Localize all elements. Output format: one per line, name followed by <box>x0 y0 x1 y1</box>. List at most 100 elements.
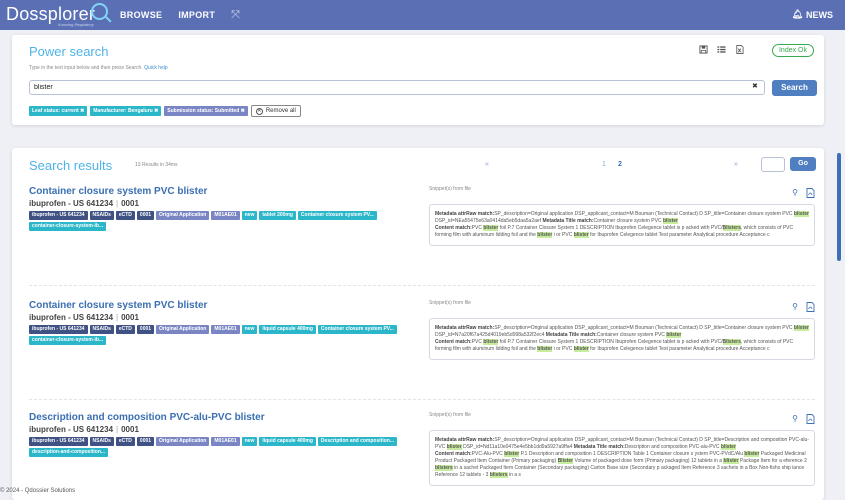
excel-icon[interactable] <box>735 45 744 54</box>
list-icon[interactable] <box>717 45 726 54</box>
quick-help-link[interactable]: Quick help <box>144 65 168 71</box>
snippet-text: Content match:PVC-Alu-PVC blister P.1 De… <box>435 451 807 478</box>
result-sequence: 0001 <box>121 199 139 208</box>
result-tag[interactable]: eCTD <box>115 325 135 334</box>
result-tag[interactable]: eCTD <box>115 437 135 446</box>
location-pin-icon[interactable]: ⚲ <box>792 188 798 198</box>
search-button[interactable]: Search <box>772 80 817 96</box>
remove-all-label: Remove all <box>265 108 296 114</box>
pager-prev[interactable]: « <box>485 161 489 168</box>
footer-copyright: © 2024 - Qdossier Solutions <box>0 488 76 494</box>
result-product: ibuprofen - US 641234 <box>29 425 114 434</box>
filter-chip-manufacturer[interactable]: Manufacturer: Bengaluru ✖ <box>90 106 162 116</box>
result-tag[interactable]: 0001 <box>136 325 155 334</box>
power-search-help: Type in the text input below and then pr… <box>29 65 168 71</box>
filter-chip-submission-status[interactable]: Submission status: Submitted ✖ <box>164 106 248 116</box>
snippet-box: Metadata attrRaw match:SP_description=Or… <box>429 430 815 486</box>
snippet-text: Metadata attrRaw match:SP_description=Or… <box>435 437 809 450</box>
result-tag[interactable]: M01AE01 <box>211 325 240 334</box>
nav-import[interactable]: IMPORT <box>178 10 215 20</box>
result-product: ibuprofen - US 641234 <box>29 313 114 322</box>
result-tag[interactable]: tablet 200mg <box>259 211 296 220</box>
result-tag[interactable]: ibuprofen - US 641234 <box>29 325 88 334</box>
result-tag[interactable]: ibuprofen - US 641234 <box>29 437 88 446</box>
results-count: 13 Results in 34ms <box>135 162 178 168</box>
result-item: Container closure system PVC blister ibu… <box>29 300 815 360</box>
nav-browse[interactable]: BROWSE <box>120 10 162 20</box>
result-tag[interactable]: new <box>241 211 258 220</box>
result-sequence: 0001 <box>121 425 139 434</box>
result-tag[interactable]: Container closure system PV... <box>317 325 397 334</box>
filter-chip-leaf-status[interactable]: Leaf status: current ✖ <box>29 106 88 116</box>
result-tags: ibuprofen - US 641234 NSAIDs eCTD 0001 O… <box>29 325 419 345</box>
result-tag[interactable]: eCTD <box>115 211 135 220</box>
snippet-text: Content match:PVC blister foil P.7 Conta… <box>435 339 794 352</box>
news-link[interactable]: 🔔︎ NEWS <box>792 9 833 20</box>
save-icon[interactable] <box>699 45 708 54</box>
location-pin-icon[interactable]: ⚲ <box>792 414 798 424</box>
result-tag[interactable]: NSAIDs <box>89 325 114 334</box>
result-tag[interactable]: Container closure system PV... <box>297 211 377 220</box>
result-title[interactable]: Container closure system PVC blister <box>29 186 815 197</box>
snippet-text: Metadata attrRaw match:SP_description=Or… <box>435 211 809 224</box>
main-nav: BROWSE IMPORT ⤧ <box>120 9 240 22</box>
result-title[interactable]: Container closure system PVC blister <box>29 300 815 311</box>
logo-magnifier-handle <box>104 15 112 23</box>
remove-all-button[interactable]: ✕ Remove all <box>250 105 301 117</box>
index-status-badge[interactable]: Index Ok <box>771 44 814 57</box>
location-pin-icon[interactable]: ⚲ <box>792 302 798 312</box>
result-tag[interactable]: description-and-composition... <box>29 448 109 457</box>
expand-icon[interactable]: ⤧ <box>231 9 240 22</box>
result-tag[interactable]: ibuprofen - US 641234 <box>29 211 88 220</box>
bell-icon: 🔔︎ <box>791 9 803 19</box>
snippet-box: Metadata attrRaw match:SP_description=Or… <box>429 204 815 246</box>
active-filters: Leaf status: current ✖ Manufacturer: Ben… <box>29 105 301 117</box>
result-tag[interactable]: new <box>241 437 258 446</box>
result-tags: ibuprofen - US 641234 NSAIDs eCTD 0001 O… <box>29 211 419 231</box>
result-tag[interactable]: Original Application <box>156 437 210 446</box>
snippet-text: Metadata attrRaw match:SP_description=Or… <box>435 325 809 338</box>
power-search-toolbar <box>699 45 744 54</box>
result-tags: ibuprofen - US 641234 NSAIDs eCTD 0001 O… <box>29 437 419 457</box>
clear-search-icon[interactable]: ✖ <box>752 82 758 90</box>
result-actions: ⚲ <box>792 414 815 424</box>
result-tag[interactable]: Original Application <box>156 325 210 334</box>
result-tag[interactable]: liquid capsule 400mg <box>259 437 316 446</box>
result-tag[interactable]: NSAIDs <box>89 437 114 446</box>
pager-page-2[interactable]: 2 <box>618 161 622 168</box>
result-tag[interactable]: Original Application <box>156 211 210 220</box>
news-label: NEWS <box>806 9 833 20</box>
result-divider <box>29 399 815 400</box>
pager-page-1[interactable]: 1 <box>602 161 606 168</box>
pdf-icon[interactable] <box>806 414 815 424</box>
search-results-title: Search results <box>29 158 113 173</box>
result-actions: ⚲ <box>792 302 815 312</box>
result-tag[interactable]: Description and composition... <box>317 437 397 446</box>
result-tag[interactable]: 0001 <box>136 211 155 220</box>
result-tag[interactable]: NSAIDs <box>89 211 114 220</box>
pager-next[interactable]: » <box>734 161 738 168</box>
result-tag[interactable]: container-closure-system-ib... <box>29 222 107 231</box>
pdf-icon[interactable] <box>806 302 815 312</box>
result-tag[interactable]: M01AE01 <box>211 211 240 220</box>
result-item: Container closure system PVC blister ibu… <box>29 186 815 246</box>
snippet-text: Content match:PVC blister foil P.7 Conta… <box>435 225 794 238</box>
search-input[interactable] <box>29 80 765 95</box>
dossplorer-logo[interactable]: Dossplorer Knowing Regulatory <box>6 0 112 30</box>
result-title[interactable]: Description and composition PVC-alu-PVC … <box>29 412 815 423</box>
result-tag[interactable]: liquid capsule 400mg <box>259 325 316 334</box>
results-scrollbar[interactable] <box>837 153 841 261</box>
result-tag[interactable]: container-closure-system-ib... <box>29 336 107 345</box>
result-product: ibuprofen - US 641234 <box>29 199 114 208</box>
result-tag[interactable]: new <box>241 325 258 334</box>
result-tag[interactable]: M01AE01 <box>211 437 240 446</box>
result-sequence: 0001 <box>121 313 139 322</box>
pdf-icon[interactable] <box>806 188 815 198</box>
snippet-label: Snippet(s) from file <box>429 300 471 306</box>
result-tag[interactable]: 0001 <box>136 437 155 446</box>
result-actions: ⚲ <box>792 188 815 198</box>
go-button[interactable]: Go <box>790 157 816 171</box>
search-results-panel: Search results 13 Results in 34ms « 1 2 … <box>12 148 824 500</box>
snippet-box: Metadata attrRaw match:SP_description=Or… <box>429 318 815 360</box>
page-number-input[interactable] <box>761 157 785 172</box>
